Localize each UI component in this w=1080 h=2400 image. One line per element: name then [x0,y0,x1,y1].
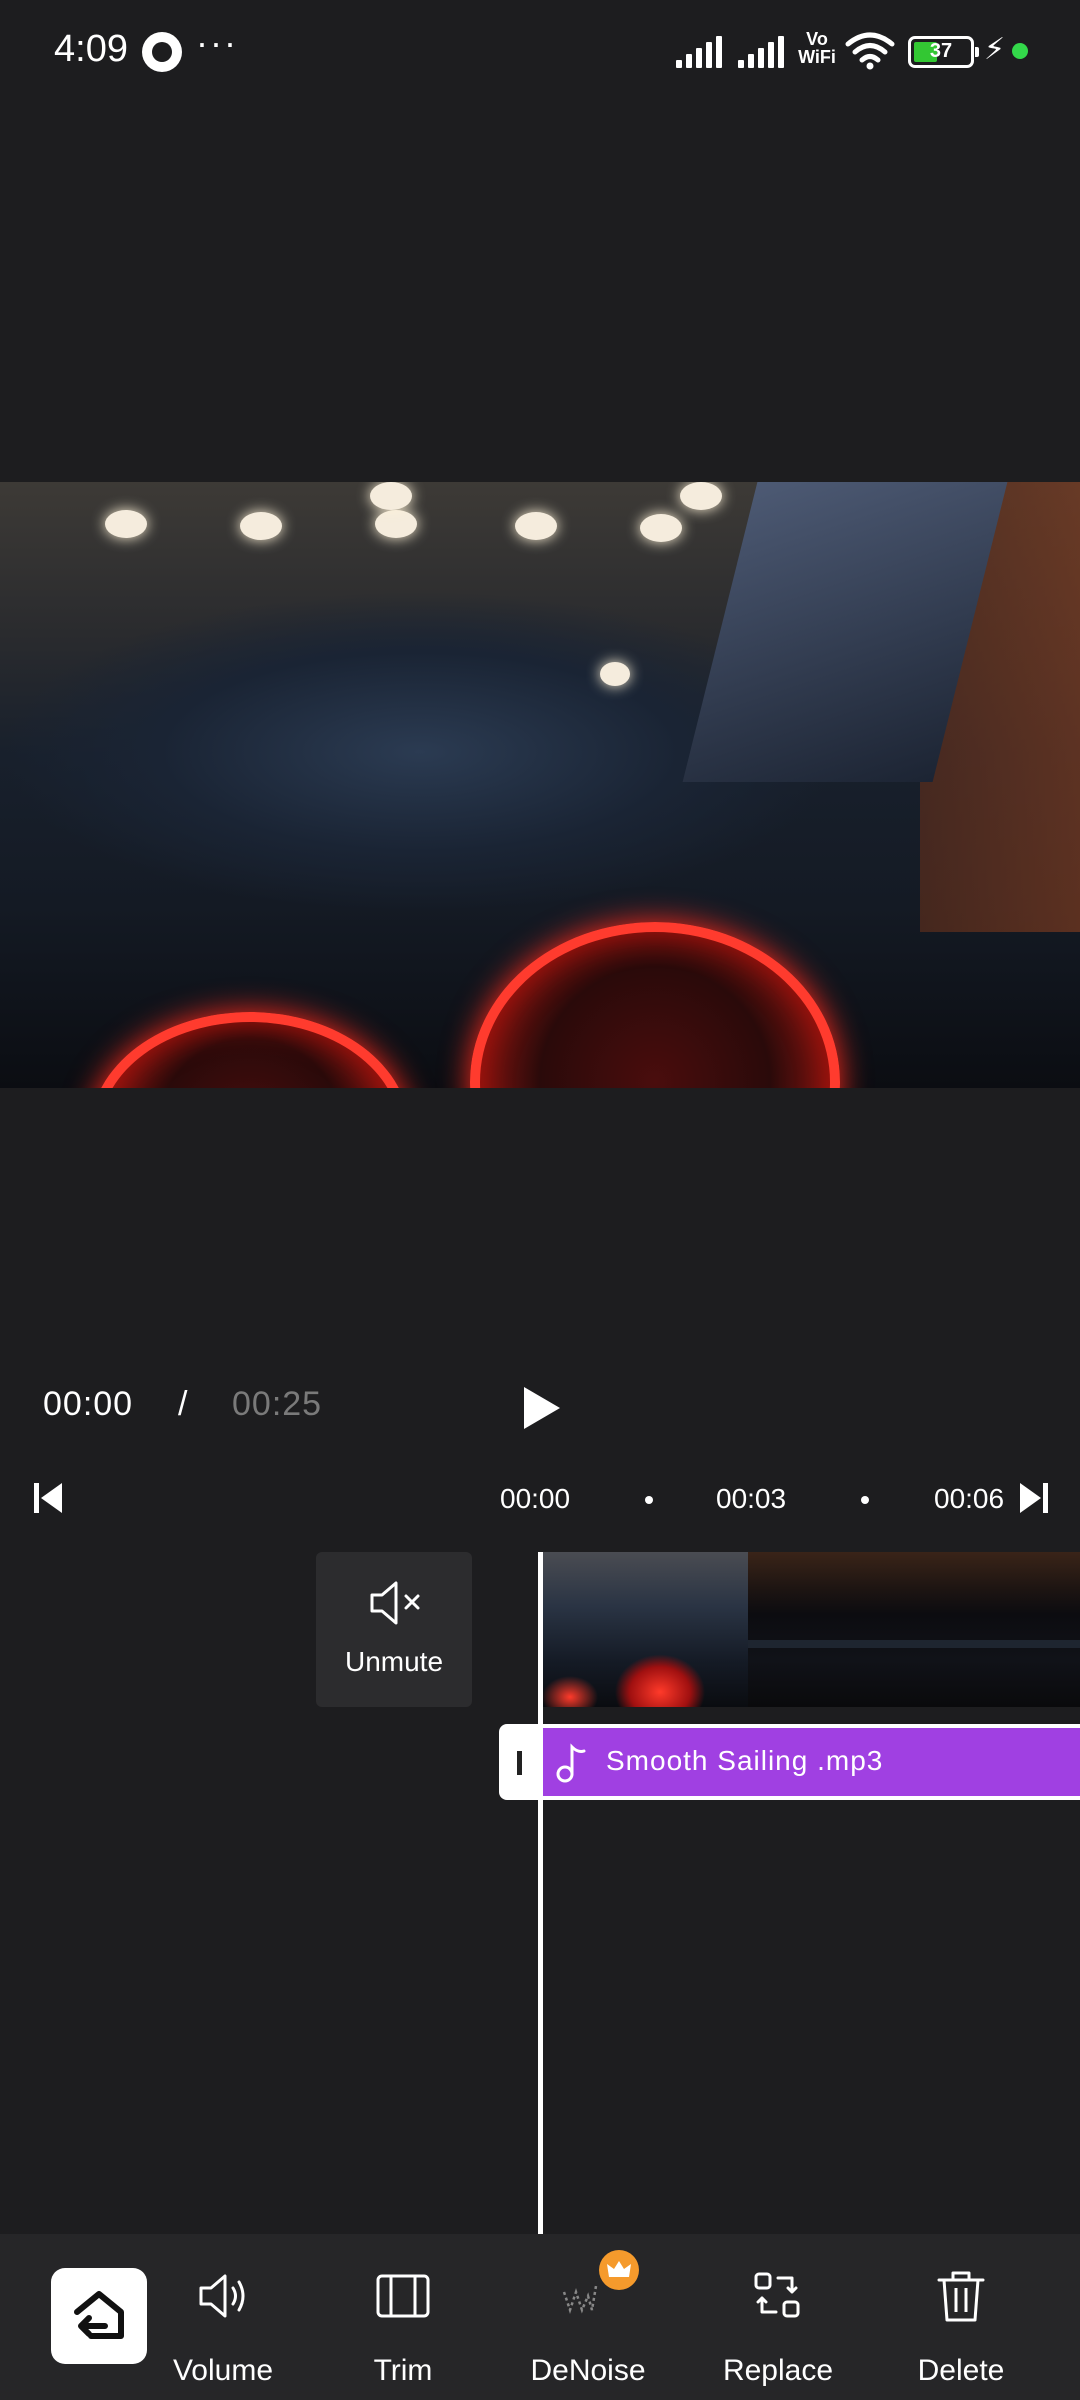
audio-trim-handle[interactable] [499,1724,543,1800]
back-button[interactable] [51,2268,147,2364]
ruler-dot [861,1496,869,1504]
signal-icon [676,36,726,68]
volume-icon [199,2274,245,2318]
battery-level: 37 [929,40,953,62]
replace-icon [754,2272,800,2318]
volte-label: Vo WiFi [798,29,836,67]
more-icon: ··· [196,22,238,63]
current-time: 00:00 [43,1385,134,1423]
trim-icon [376,2274,430,2318]
volume-label: Volume [172,2354,274,2387]
bottom-toolbar: Volume Trim DeNoise Replace Delete [0,2234,1080,2400]
wifi-icon [845,32,895,70]
muted-speaker-icon [370,1581,420,1625]
green-dot-icon [1012,43,1028,59]
time-separator: / [178,1385,188,1423]
ruler-tick-label: 00:06 [934,1483,1005,1514]
battery-icon: 37 [908,36,979,68]
video-preview[interactable] [0,482,1080,1088]
replace-label: Replace [722,2354,834,2387]
music-note-icon [556,1743,586,1783]
delete-label: Delete [917,2354,1005,2387]
trim-label: Trim [373,2354,433,2387]
play-button[interactable] [518,1383,566,1433]
charging-bolt-icon: ⚡ [984,33,1006,66]
video-thumbnail [748,1552,1080,1707]
delete-button[interactable]: Delete [886,2234,1036,2400]
volume-button[interactable]: Volume [148,2234,298,2400]
replace-button[interactable]: Replace [703,2234,853,2400]
trim-button[interactable]: Trim [328,2234,478,2400]
skip-to-end-button[interactable] [1018,1480,1050,1516]
video-thumbnail [540,1552,748,1707]
skip-to-start-button[interactable] [32,1480,64,1516]
play-icon [524,1387,560,1429]
audio-clip-name: Smooth Sailing .mp3 [606,1745,884,1776]
status-bar: 4:09 ··· Vo WiFi 37 ⚡ [0,0,1080,100]
ruler-tick-label: 00:00 [500,1483,571,1514]
volte-icon: Vo WiFi [797,30,837,66]
audio-clip[interactable]: Smooth Sailing .mp3 [540,1724,1080,1800]
unmute-button[interactable]: Unmute [316,1552,472,1707]
ruler-dot [645,1496,653,1504]
unmute-label: Unmute [344,1646,444,1677]
status-time: 4:09 [54,28,128,70]
back-icon [74,2291,124,2339]
playhead[interactable] [538,1552,543,2234]
signal-icon [738,36,788,68]
denoise-button[interactable]: DeNoise [513,2234,663,2400]
total-time: 00:25 [232,1385,323,1423]
video-clip-track[interactable] [540,1552,1080,1707]
denoise-label: DeNoise [530,2354,646,2387]
premium-crown-icon [599,2250,639,2290]
ruler-tick-label: 00:03 [716,1483,787,1514]
app-icon [142,32,182,72]
trash-icon [937,2271,985,2322]
